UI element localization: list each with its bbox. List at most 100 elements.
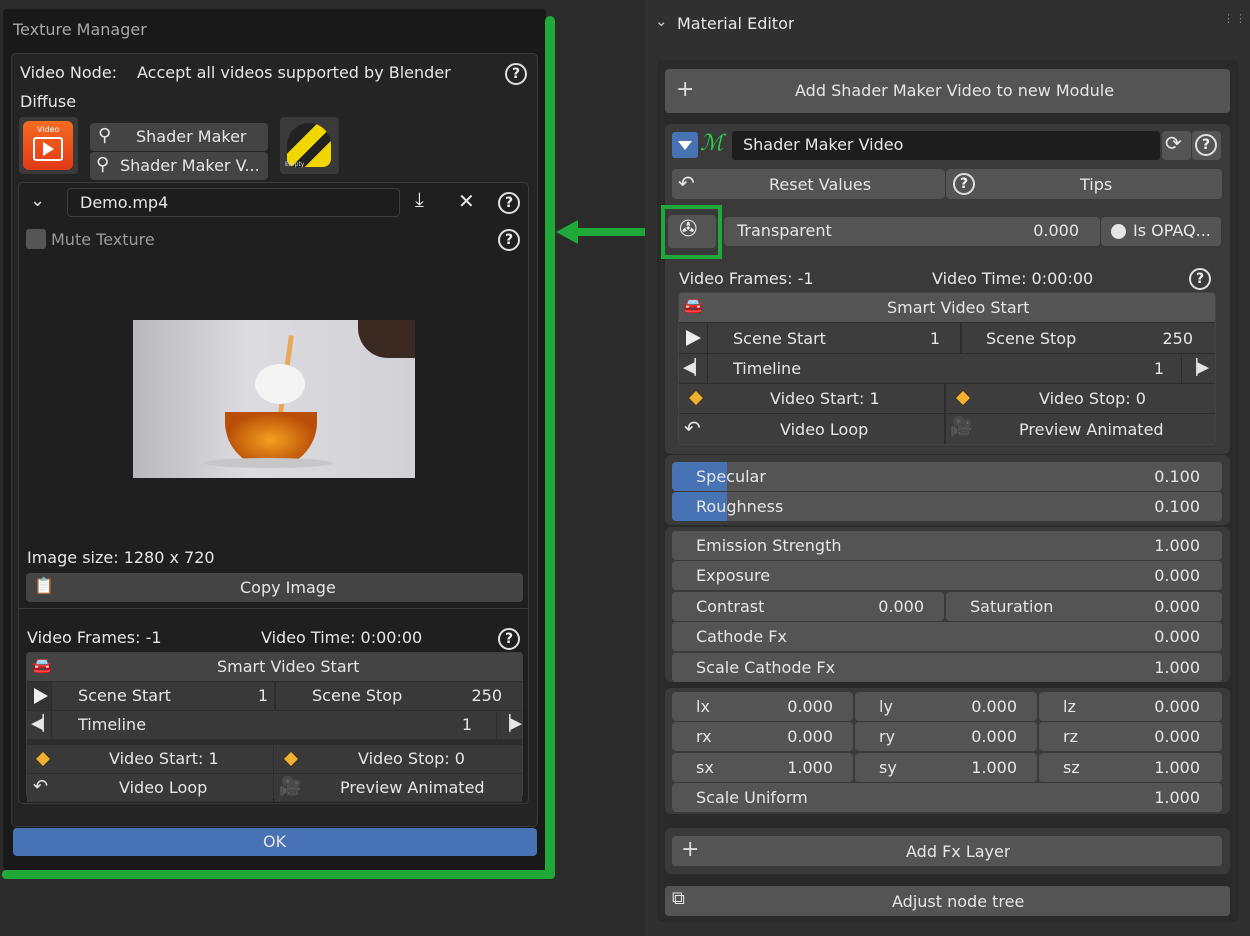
video-loop-button[interactable]: ↶ Video Loop bbox=[27, 774, 273, 802]
scene-stop-field[interactable]: Scene Stop 250 bbox=[962, 323, 1215, 353]
ly-field[interactable]: ly 0.000 bbox=[855, 692, 1037, 721]
copy-image-button[interactable]: 📋 Copy Image bbox=[26, 573, 523, 602]
rz-value: 0.000 bbox=[1154, 727, 1200, 746]
video-frames-label: Video Frames: -1 bbox=[27, 628, 162, 647]
plus-icon: + bbox=[676, 77, 695, 102]
help-icon[interactable]: ? bbox=[505, 63, 527, 85]
help-icon[interactable]: ? bbox=[498, 192, 520, 214]
cathode-fx-field[interactable]: Cathode Fx 0.000 bbox=[672, 622, 1222, 651]
is-opaque-label: Is OPAQ... bbox=[1133, 221, 1211, 240]
scene-stop-label: Scene Stop bbox=[312, 686, 403, 705]
smart-video-start-button[interactable]: 🚘 Smart Video Start bbox=[679, 293, 1215, 322]
roughness-value: 0.100 bbox=[1154, 497, 1200, 516]
module-help-button[interactable]: ? bbox=[1192, 131, 1221, 160]
emission-strength-field[interactable]: Emission Strength 1.000 bbox=[672, 531, 1222, 560]
specular-slider[interactable]: Specular 0.100 bbox=[672, 462, 1222, 491]
video-start-button[interactable]: Video Start: 1 bbox=[27, 745, 273, 773]
is-opaque-toggle[interactable]: Is OPAQ... bbox=[1101, 217, 1221, 246]
download-icon[interactable]: ⤓ bbox=[415, 187, 424, 211]
module-name-value: Shader Maker Video bbox=[743, 135, 904, 154]
chevron-down-icon[interactable]: ⌄ bbox=[30, 190, 45, 211]
reset-values-button[interactable]: ↶ Reset Values bbox=[672, 169, 945, 199]
timeline-label: Timeline bbox=[733, 359, 802, 378]
emission-strength-label: Emission Strength bbox=[696, 536, 842, 555]
timeline-next-button[interactable]: ▕▶ bbox=[497, 711, 522, 739]
video-texture-slot[interactable]: Video bbox=[19, 117, 78, 174]
empty-texture-slot[interactable]: Empty bbox=[280, 117, 339, 174]
search-icon: ⚲ bbox=[96, 154, 110, 175]
video-start-button[interactable]: Video Start: 1 bbox=[679, 384, 944, 413]
file-name-field[interactable]: Demo.mp4 bbox=[67, 188, 400, 217]
scene-stop-value: 250 bbox=[471, 686, 502, 705]
undo-icon: ↶ bbox=[684, 416, 701, 440]
module-expand-toggle[interactable] bbox=[672, 132, 698, 158]
node-tree-icon: ⧉ bbox=[672, 888, 685, 909]
texture-manager-window: Texture Manager Video Node: Accept all v… bbox=[0, 6, 556, 879]
preview-animated-button[interactable]: 🎥 Preview Animated bbox=[274, 774, 522, 802]
video-preview-image bbox=[133, 320, 415, 478]
sy-value: 1.000 bbox=[971, 758, 1017, 777]
adjust-node-tree-button[interactable]: ⧉ Adjust node tree bbox=[665, 886, 1230, 916]
transparent-label: Transparent bbox=[737, 221, 832, 240]
scale-cathode-fx-label: Scale Cathode Fx bbox=[696, 658, 836, 677]
rx-field[interactable]: rx 0.000 bbox=[672, 722, 853, 751]
timeline-prev-button[interactable]: ◀▏ bbox=[679, 354, 707, 383]
rz-field[interactable]: rz 0.000 bbox=[1039, 722, 1222, 751]
add-shader-maker-video-button[interactable]: + Add Shader Maker Video to new Module bbox=[665, 69, 1230, 113]
scene-stop-field[interactable]: Scene Stop 250 bbox=[276, 682, 522, 710]
exposure-field[interactable]: Exposure 0.000 bbox=[672, 561, 1222, 590]
help-icon[interactable]: ? bbox=[498, 628, 520, 650]
sx-field[interactable]: sx 1.000 bbox=[672, 753, 853, 782]
refresh-button[interactable]: ⟳ bbox=[1162, 131, 1191, 160]
timeline-field[interactable]: Timeline 1 bbox=[52, 711, 496, 739]
help-icon: ? bbox=[1195, 134, 1217, 156]
sz-label: sz bbox=[1063, 758, 1080, 777]
lx-value: 0.000 bbox=[787, 697, 833, 716]
ry-field[interactable]: ry 0.000 bbox=[855, 722, 1037, 751]
timeline-next-button[interactable]: ▕▶ bbox=[1182, 354, 1215, 383]
sy-field[interactable]: sy 1.000 bbox=[855, 753, 1037, 782]
triangle-down-icon bbox=[678, 141, 692, 150]
drag-handle-icon[interactable]: ⋮⋮ bbox=[1223, 12, 1247, 25]
video-loop-button[interactable]: ↶ Video Loop bbox=[679, 414, 944, 444]
shader-maker-video-button[interactable]: ⚲ Shader Maker V... bbox=[90, 152, 268, 180]
chevron-down-icon[interactable]: ⌄ bbox=[655, 12, 668, 30]
scene-start-field[interactable]: Scene Start 1 bbox=[708, 323, 960, 353]
shader-maker-video-label: Shader Maker V... bbox=[120, 156, 260, 175]
scale-cathode-fx-field[interactable]: Scale Cathode Fx 1.000 bbox=[672, 653, 1222, 682]
video-stop-button[interactable]: Video Stop: 0 bbox=[946, 384, 1215, 413]
help-icon[interactable]: ? bbox=[498, 229, 520, 251]
scene-start-field[interactable]: Scene Start 1 bbox=[52, 682, 274, 710]
clipboard-icon: 📋 bbox=[34, 576, 54, 595]
module-name-field[interactable]: Shader Maker Video bbox=[732, 131, 1160, 160]
scale-uniform-field[interactable]: Scale Uniform 1.000 bbox=[672, 783, 1222, 812]
lx-field[interactable]: lx 0.000 bbox=[672, 692, 853, 721]
transparent-field[interactable]: Transparent 0.000 bbox=[724, 217, 1100, 246]
play-button[interactable] bbox=[27, 682, 51, 710]
sz-field[interactable]: sz 1.000 bbox=[1039, 753, 1222, 782]
shader-maker-button[interactable]: ⚲ Shader Maker bbox=[90, 123, 268, 151]
film-reel-icon: ✇ bbox=[679, 217, 698, 242]
video-stop-button[interactable]: Video Stop: 0 bbox=[274, 745, 522, 773]
image-size-label: Image size: 1280 x 720 bbox=[27, 548, 215, 567]
close-icon[interactable]: ✕ bbox=[458, 189, 475, 213]
preview-animated-button[interactable]: 🎥 Preview Animated bbox=[946, 414, 1215, 444]
mute-texture-checkbox[interactable] bbox=[26, 229, 46, 249]
play-button[interactable] bbox=[679, 323, 707, 353]
plus-icon: + bbox=[681, 837, 700, 862]
add-fx-layer-button[interactable]: + Add Fx Layer bbox=[672, 836, 1222, 866]
texture-manager-button[interactable]: ✇ bbox=[668, 215, 716, 248]
specular-label: Specular bbox=[696, 467, 766, 486]
rx-value: 0.000 bbox=[787, 727, 833, 746]
help-icon[interactable]: ? bbox=[1189, 268, 1211, 290]
tips-button[interactable]: ? Tips bbox=[946, 169, 1222, 199]
timeline-value: 1 bbox=[1153, 359, 1164, 378]
lz-field[interactable]: lz 0.000 bbox=[1039, 692, 1222, 721]
ok-button[interactable]: OK bbox=[13, 828, 537, 856]
saturation-field[interactable]: Saturation 0.000 bbox=[946, 592, 1222, 621]
smart-video-start-button[interactable]: 🚘 Smart Video Start bbox=[27, 653, 522, 681]
timeline-prev-button[interactable]: ◀▏ bbox=[27, 711, 54, 739]
timeline-field[interactable]: Timeline 1 bbox=[708, 354, 1181, 383]
contrast-field[interactable]: Contrast 0.000 bbox=[672, 592, 944, 621]
roughness-slider[interactable]: Roughness 0.100 bbox=[672, 492, 1222, 521]
